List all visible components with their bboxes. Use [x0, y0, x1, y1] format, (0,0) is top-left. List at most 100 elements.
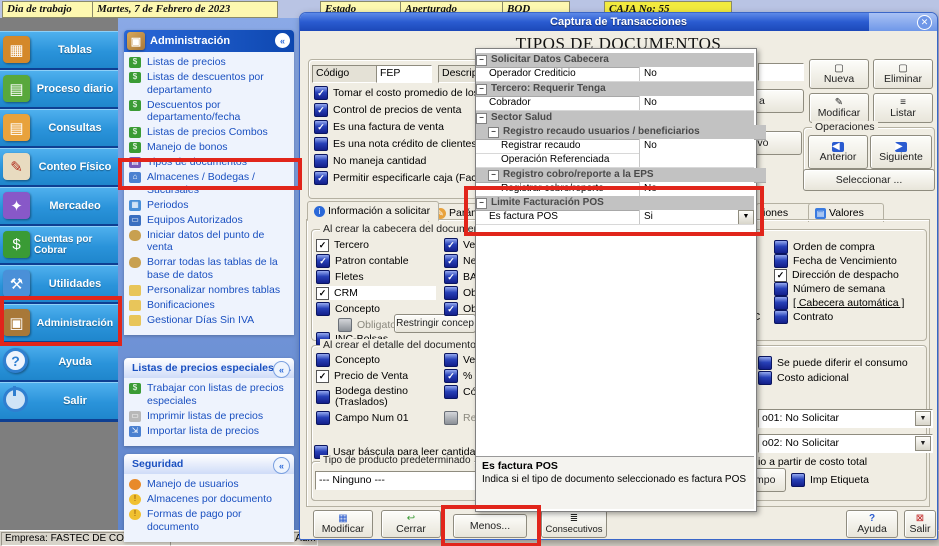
campo02-combobox[interactable]: o02: No Solicitar [758, 434, 933, 453]
check-vendedor[interactable]: ✓Vended [444, 238, 478, 252]
codigo-input[interactable]: FEP [376, 65, 432, 83]
nav-item-listas-precios-combos[interactable]: $Listas de precios Combos [128, 126, 292, 139]
check-bancos[interactable]: ✓BANCO [444, 270, 478, 284]
collapse-chevron-icon[interactable]: « [273, 361, 290, 378]
check-numero-semana[interactable]: Número de semana [774, 282, 919, 296]
collapse-minus-icon[interactable]: − [476, 113, 487, 124]
nav-item-descuentos-departamento[interactable]: $Descuentos por departamento/fecha [128, 99, 292, 124]
pg-group-tercero-requerir[interactable]: −Tercero: Requerir Tenga [476, 82, 754, 97]
nav-section-header[interactable]: Listas de precios especiales/P... « [124, 358, 294, 378]
collapse-minus-icon[interactable]: − [488, 127, 499, 138]
nav-item-manejo-de-bonos[interactable]: $Manejo de bonos [128, 141, 292, 154]
salir-button[interactable]: ⊠Salir [904, 510, 936, 538]
nav-item-personalizar-nombres[interactable]: Personalizar nombres tablas [128, 284, 292, 297]
campo01-combobox[interactable]: o01: No Solicitar [758, 409, 933, 428]
nav-item-periodos[interactable]: ▦Periodos [128, 199, 292, 212]
consecutivos-button[interactable]: ≣Consecutivos [541, 510, 607, 538]
check-concepto-detalle[interactable]: Concepto [316, 353, 436, 367]
check-contrato[interactable]: Contrato [774, 310, 919, 324]
collapse-minus-icon[interactable]: − [476, 198, 487, 209]
nav-item-formas-de-pago[interactable]: !Formas de pago por documento [128, 508, 292, 533]
check-costo-adicional[interactable]: Costo adicional [758, 371, 918, 385]
cerrar-button[interactable]: ↩Cerrar [381, 510, 441, 538]
restringir-concepto-button[interactable]: Restringir concep [394, 314, 476, 333]
nav-section-header[interactable]: ▣ Administración « [124, 30, 294, 52]
ayuda-button[interactable]: ?Ayuda [846, 510, 898, 538]
nav-item-importar-lista[interactable]: ⇲Importar lista de precios [128, 425, 292, 438]
check-fecha-vencimiento[interactable]: Fecha de Vencimiento [774, 254, 919, 268]
dialog-titlebar[interactable]: Captura de Transacciones ✕ [300, 13, 937, 31]
sidebar-item-salir[interactable]: Salir [0, 382, 118, 422]
pg-group-limite-facturacion-pos[interactable]: −Limite Facturación POS [476, 196, 754, 211]
partial-button-a[interactable]: a [752, 89, 804, 113]
collapse-chevron-icon[interactable]: « [273, 457, 290, 474]
tab-informacion-a-solicitar[interactable]: iInformación a solicitar [307, 201, 439, 221]
check-factura-venta[interactable]: ✓Es una factura de venta [314, 120, 480, 134]
check-costo-promedio[interactable]: ✓Tomar el costo promedio de los produ [314, 86, 480, 100]
nav-item-gestionar-dias-sin-iva[interactable]: Gestionar Días Sin IVA [128, 314, 292, 327]
eliminar-button[interactable]: ▢Eliminar [873, 59, 933, 89]
pg-row-registrar-cobro[interactable]: Registrar cobro/reporteNo [476, 182, 754, 197]
modificar-button[interactable]: ✎Modificar [809, 93, 869, 123]
nav-item-almacenes-bodegas[interactable]: ⌂Almacenes / Bodegas / Sucursales [128, 171, 292, 196]
anterior-button[interactable]: ◀Anterior [808, 135, 868, 169]
nav-item-trabajar-listas-especiales[interactable]: $Trabajar con listas de precios especial… [128, 382, 292, 407]
check-imp-etiqueta[interactable]: Imp Etiqueta [791, 473, 891, 487]
pg-row-es-factura-pos[interactable]: Es factura POSSi▼ [476, 210, 754, 225]
collapse-minus-icon[interactable]: − [476, 55, 487, 66]
check-vendedor-detalle[interactable]: Vended [444, 353, 478, 367]
collapse-minus-icon[interactable]: − [476, 84, 487, 95]
nav-item-manejo-de-usuarios[interactable]: Manejo de usuarios [128, 478, 292, 491]
nav-item-borrar-tablas[interactable]: Borrar todas las tablas de la base de da… [128, 256, 292, 281]
sidebar-item-utilidades[interactable]: ⚒ Utilidades [0, 265, 118, 305]
sidebar-item-consultas[interactable]: ▤ Consultas [0, 109, 118, 149]
nav-item-equipos-autorizados[interactable]: ▭Equipos Autorizados [128, 214, 292, 227]
nav-item-almacenes-por-documento[interactable]: !Almacenes por documento [128, 493, 292, 506]
check-campo-num-01[interactable]: Campo Num 01 [316, 411, 436, 425]
pg-row-cobrador[interactable]: CobradorNo [476, 96, 754, 111]
nav-item-listas-descuentos[interactable]: $Listas de descuentos por departamento [128, 71, 292, 96]
check-no-maneja-cantidad[interactable]: No maneja cantidad [314, 154, 480, 168]
check-orden-de-compra[interactable]: Orden de compra [774, 240, 919, 254]
check-direccion-despacho[interactable]: ✓Dirección de despacho [774, 268, 919, 282]
check-observaciones-1[interactable]: Observ [444, 286, 478, 300]
check-precio-de-venta[interactable]: ✓Precio de Venta [316, 369, 436, 383]
menos-button[interactable]: Menos... [453, 514, 527, 538]
sidebar-item-conteo-fisico[interactable]: ✎ Conteo Físico [0, 148, 118, 188]
sidebar-item-proceso-diario[interactable]: ▤ Proceso diario [0, 70, 118, 110]
pg-group-solicitar-datos[interactable]: −Solicitar Datos Cabecera [476, 53, 754, 68]
siguiente-button[interactable]: ▶Siguiente [870, 135, 932, 169]
listar-button[interactable]: ≡Listar [873, 93, 933, 123]
check-nota-credito[interactable]: Es una nota crédito de clientes [314, 137, 480, 151]
check-diferir-consumo[interactable]: Se puede diferir el consumo [758, 356, 918, 370]
sidebar-item-administracion[interactable]: ▣ Administración [0, 304, 118, 344]
check-observaciones-2[interactable]: ✓Observ [444, 302, 478, 316]
sidebar-item-tablas[interactable]: ▦ Tablas [0, 31, 118, 71]
nueva-button[interactable]: ▢Nueva [809, 59, 869, 89]
check-negocio[interactable]: ✓Negoci [444, 254, 478, 268]
nav-item-iniciar-datos-pos[interactable]: Iniciar datos del punto de venta [128, 229, 292, 254]
pg-row-registrar-recaudo[interactable]: Registrar recaudoNo [476, 139, 754, 154]
sidebar-item-cuentas-por-cobrar[interactable]: $ Cuentas por Cobrar [0, 226, 118, 266]
nav-item-tipos-de-documentos[interactable]: ▤Tipos de documentos [128, 156, 292, 169]
check-especificar-caja[interactable]: ✓Permitir especificarle caja (Facturas, … [314, 171, 480, 185]
nav-item-bonificaciones[interactable]: Bonificaciones [128, 299, 292, 312]
pg-group-sector-salud[interactable]: −Sector Salud [476, 111, 754, 126]
sidebar-item-mercadeo[interactable]: ✦ Mercadeo [0, 187, 118, 227]
dropdown-arrow-icon[interactable]: ▼ [738, 210, 754, 224]
check-crm[interactable]: ✓CRM [316, 286, 436, 300]
check-tercero[interactable]: ✓Tercero [316, 238, 436, 252]
close-icon[interactable]: ✕ [917, 15, 932, 30]
pg-row-operador-crediticio[interactable]: Operador CrediticioNo [476, 67, 754, 82]
collapse-minus-icon[interactable]: − [488, 170, 499, 181]
nav-item-imprimir-listas[interactable]: ▭Imprimir listas de precios [128, 410, 292, 423]
check-cabecera-automatica[interactable]: [ Cabecera automática ] [774, 296, 919, 310]
check-bodega-destino[interactable]: Bodega destino (Traslados) [316, 385, 438, 409]
check-control-precios[interactable]: ✓Control de precios de venta [314, 103, 480, 117]
seleccionar-button[interactable]: Seleccionar ... [803, 169, 935, 191]
modificar-bottom-button[interactable]: ▦Modificar [313, 510, 373, 538]
nav-item-listas-de-precios[interactable]: $Listas de precios [128, 56, 292, 69]
pg-group-registro-cobro[interactable]: −Registro cobro/reporte a la EPS [476, 168, 766, 183]
partial-text-input[interactable] [758, 63, 804, 81]
nav-section-header[interactable]: Seguridad « [124, 454, 294, 474]
